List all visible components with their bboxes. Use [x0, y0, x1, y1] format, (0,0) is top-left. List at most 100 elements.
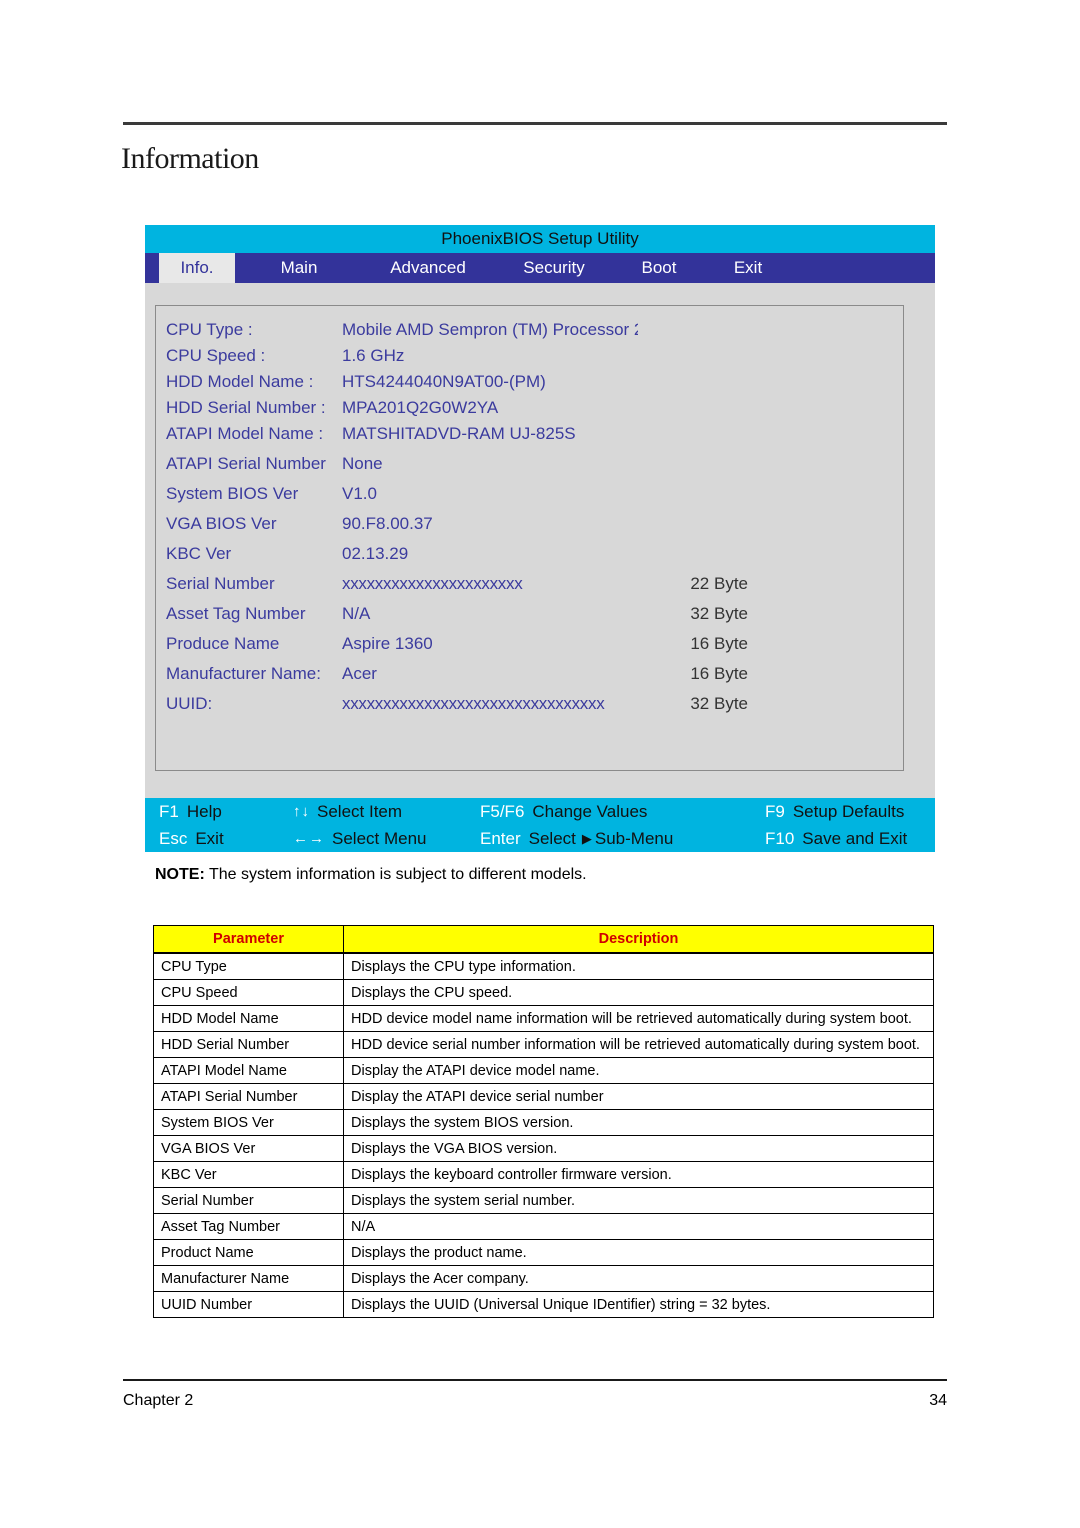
key-desc: Sub-Menu: [594, 828, 674, 848]
header-rule: [123, 122, 947, 125]
key-name: F9: [765, 801, 785, 821]
key-desc: Exit: [195, 828, 224, 848]
key-name: F1: [159, 801, 179, 821]
tab-exit[interactable]: Exit: [703, 253, 793, 283]
system-information-list: CPU Type : Mobile AMD Sempron (TM) Proce…: [166, 320, 896, 720]
cell-parameter: VGA BIOS Ver: [153, 1135, 344, 1162]
table-row: ATAPI Model Name Display the ATAPI device…: [153, 1057, 934, 1084]
table-row: HDD Serial Number HDD device serial numbe…: [153, 1031, 934, 1058]
cell-description: Displays the Acer company.: [343, 1265, 934, 1292]
tab-info[interactable]: Info.: [159, 253, 235, 283]
info-bytes: 32 Byte: [690, 694, 748, 713]
table-row: HDD Model Name HDD device model name info…: [153, 1005, 934, 1032]
cell-description: Displays the VGA BIOS version.: [343, 1135, 934, 1162]
info-label: ATAPI Model Name :: [166, 424, 324, 443]
key-hint-f1-help[interactable]: F1 Help: [159, 798, 222, 825]
left-right-arrow-icon: ←→: [293, 830, 325, 847]
tab-boot[interactable]: Boot: [615, 253, 703, 283]
info-label: Serial Number: [166, 574, 275, 593]
key-name: Esc: [159, 828, 188, 848]
table-row: VGA BIOS Ver Displays the VGA BIOS versio…: [153, 1135, 934, 1162]
cell-parameter: Asset Tag Number: [153, 1213, 344, 1240]
cell-parameter: ATAPI Serial Number: [153, 1083, 344, 1110]
key-hint-f5f6-change-values[interactable]: F5/F6 Change Values: [480, 798, 647, 825]
info-bytes: 22 Byte: [690, 574, 748, 593]
info-value: 02.13.29: [342, 544, 409, 563]
note-text: The system information is subject to dif…: [204, 866, 587, 883]
key-desc: Help: [186, 801, 222, 821]
cell-parameter: Serial Number: [153, 1187, 344, 1214]
bios-setup-window: PhoenixBIOS Setup Utility Info. Main Adv…: [145, 225, 935, 852]
info-value: MPA201Q2G0W2YA: [342, 398, 499, 417]
bios-title-bar: PhoenixBIOS Setup Utility: [145, 225, 935, 253]
info-value: xxxxxxxxxxxxxxxxxxxxxx: [342, 574, 523, 593]
cell-parameter: System BIOS Ver: [153, 1109, 344, 1136]
info-value: MATSHITADVD-RAM UJ-825S: [342, 424, 576, 443]
document-page: Information PhoenixBIOS Setup Utility In…: [0, 0, 1080, 1528]
key-name: F5/F6: [480, 801, 525, 821]
info-value: V1.0: [342, 484, 377, 503]
info-label: System BIOS Ver: [166, 484, 299, 503]
key-row-bottom: Esc Exit ←→ Select Menu Enter Select ▶ S…: [145, 825, 935, 852]
info-row: CPU Speed : 1.6 GHz: [166, 346, 896, 372]
key-hint-updown-select-item[interactable]: ↑↓ Select Item: [293, 798, 402, 825]
key-hint-enter-select-submenu[interactable]: Enter Select ▶ Sub-Menu: [480, 825, 673, 852]
column-header-description: Description: [343, 925, 934, 954]
info-row: KBC Ver 02.13.29: [166, 544, 896, 570]
info-bytes: 16 Byte: [690, 634, 748, 653]
info-value: xxxxxxxxxxxxxxxxxxxxxxxxxxxxxxxx: [342, 694, 605, 713]
bios-utility-title: PhoenixBIOS Setup Utility: [441, 229, 639, 248]
key-desc: Select: [528, 828, 576, 848]
info-value: HTS4244040N9AT00-(PM): [342, 372, 546, 391]
info-row: HDD Serial Number : MPA201Q2G0W2YA: [166, 398, 896, 424]
table-row: KBC Ver Displays the keyboard controller …: [153, 1161, 934, 1188]
cell-description: N/A: [343, 1213, 934, 1240]
tab-security[interactable]: Security: [493, 253, 615, 283]
key-hint-esc-exit[interactable]: Esc Exit: [159, 825, 224, 852]
key-desc: Setup Defaults: [792, 801, 905, 821]
info-label: KBC Ver: [166, 544, 232, 563]
info-value: 1.6 GHz: [342, 346, 405, 365]
info-row: ATAPI Model Name : MATSHITADVD-RAM UJ-82…: [166, 424, 896, 450]
cell-parameter: Manufacturer Name: [153, 1265, 344, 1292]
cell-description: HDD device model name information will b…: [343, 1005, 934, 1032]
cell-description: Displays the product name.: [343, 1239, 934, 1266]
system-information-panel: CPU Type : Mobile AMD Sempron (TM) Proce…: [155, 305, 904, 771]
footer-rule: [123, 1379, 947, 1381]
cell-description: Displays the system serial number.: [343, 1187, 934, 1214]
table-row: Asset Tag Number N/A: [153, 1213, 934, 1240]
key-desc: Select Item: [317, 801, 403, 821]
info-label: UUID:: [166, 694, 213, 713]
tab-advanced[interactable]: Advanced: [363, 253, 493, 283]
cell-description: HDD device serial number information wil…: [343, 1031, 934, 1058]
info-label: Produce Name: [166, 634, 280, 653]
info-row: System BIOS Ver V1.0: [166, 484, 896, 510]
tab-main[interactable]: Main: [235, 253, 363, 283]
table-row: ATAPI Serial Number Display the ATAPI dev…: [153, 1083, 934, 1110]
table-body: CPU Type Displays the CPU type informatio…: [153, 952, 934, 1318]
cell-description: Displays the system BIOS version.: [343, 1109, 934, 1136]
table-row: System BIOS Ver Displays the system BIOS …: [153, 1109, 934, 1136]
note-line: NOTE: The system information is subject …: [155, 866, 587, 884]
cell-parameter: HDD Serial Number: [153, 1031, 344, 1058]
bios-menu-bar[interactable]: Info. Main Advanced Security Boot Exit: [145, 253, 935, 283]
info-value: N/A: [342, 604, 371, 623]
cell-parameter: Product Name: [153, 1239, 344, 1266]
footer-page-number: 34: [929, 1392, 947, 1409]
table-row: UUID Number Displays the UUID (Universal …: [153, 1291, 934, 1318]
info-row: VGA BIOS Ver 90.F8.00.37: [166, 514, 896, 540]
key-hint-f10-save-and-exit[interactable]: F10 Save and Exit: [765, 825, 907, 852]
info-label: HDD Serial Number :: [166, 398, 326, 417]
info-value: Mobile AMD Sempron (TM) Processor 2800+: [342, 320, 638, 339]
parameter-description-table: Parameter Description CPU Type Displays t…: [153, 925, 934, 1318]
key-hint-f9-setup-defaults[interactable]: F9 Setup Defaults: [765, 798, 904, 825]
info-row: Serial Number xxxxxxxxxxxxxxxxxxxxxx 22 …: [166, 574, 896, 600]
cell-parameter: UUID Number: [153, 1291, 344, 1318]
key-hint-leftright-select-menu[interactable]: ←→ Select Menu: [293, 825, 427, 852]
info-row: Produce Name Aspire 1360 16 Byte: [166, 634, 896, 660]
cell-description: Displays the UUID (Universal Unique IDen…: [343, 1291, 934, 1318]
info-row: Asset Tag Number N/A 32 Byte: [166, 604, 896, 630]
key-row-top: F1 Help ↑↓ Select Item F5/F6 Change Valu…: [145, 798, 935, 825]
info-row: HDD Model Name : HTS4244040N9AT00-(PM): [166, 372, 896, 398]
cell-parameter: CPU Speed: [153, 979, 344, 1006]
